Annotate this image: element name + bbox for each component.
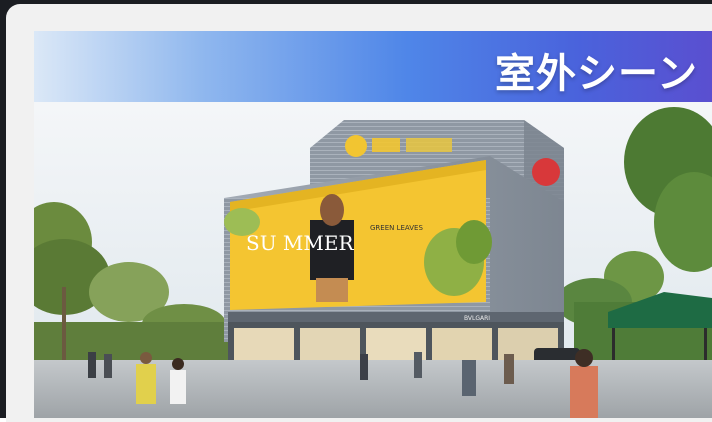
billboard-side-text: GREEN LEAVES — [370, 224, 423, 232]
title-banner: 室外シーン — [34, 31, 712, 102]
plaza — [34, 360, 712, 418]
billboard-headline: SU MMER — [246, 231, 354, 255]
banner-title: 室外シーン — [495, 51, 698, 97]
building-photo: SU MMER GREEN LEAVES BVLGARI — [34, 102, 712, 418]
side-logo — [532, 158, 560, 186]
building-illustration: SU MMER GREEN LEAVES BVLGARI — [34, 102, 712, 418]
storefront-sign: BVLGARI — [464, 315, 490, 322]
